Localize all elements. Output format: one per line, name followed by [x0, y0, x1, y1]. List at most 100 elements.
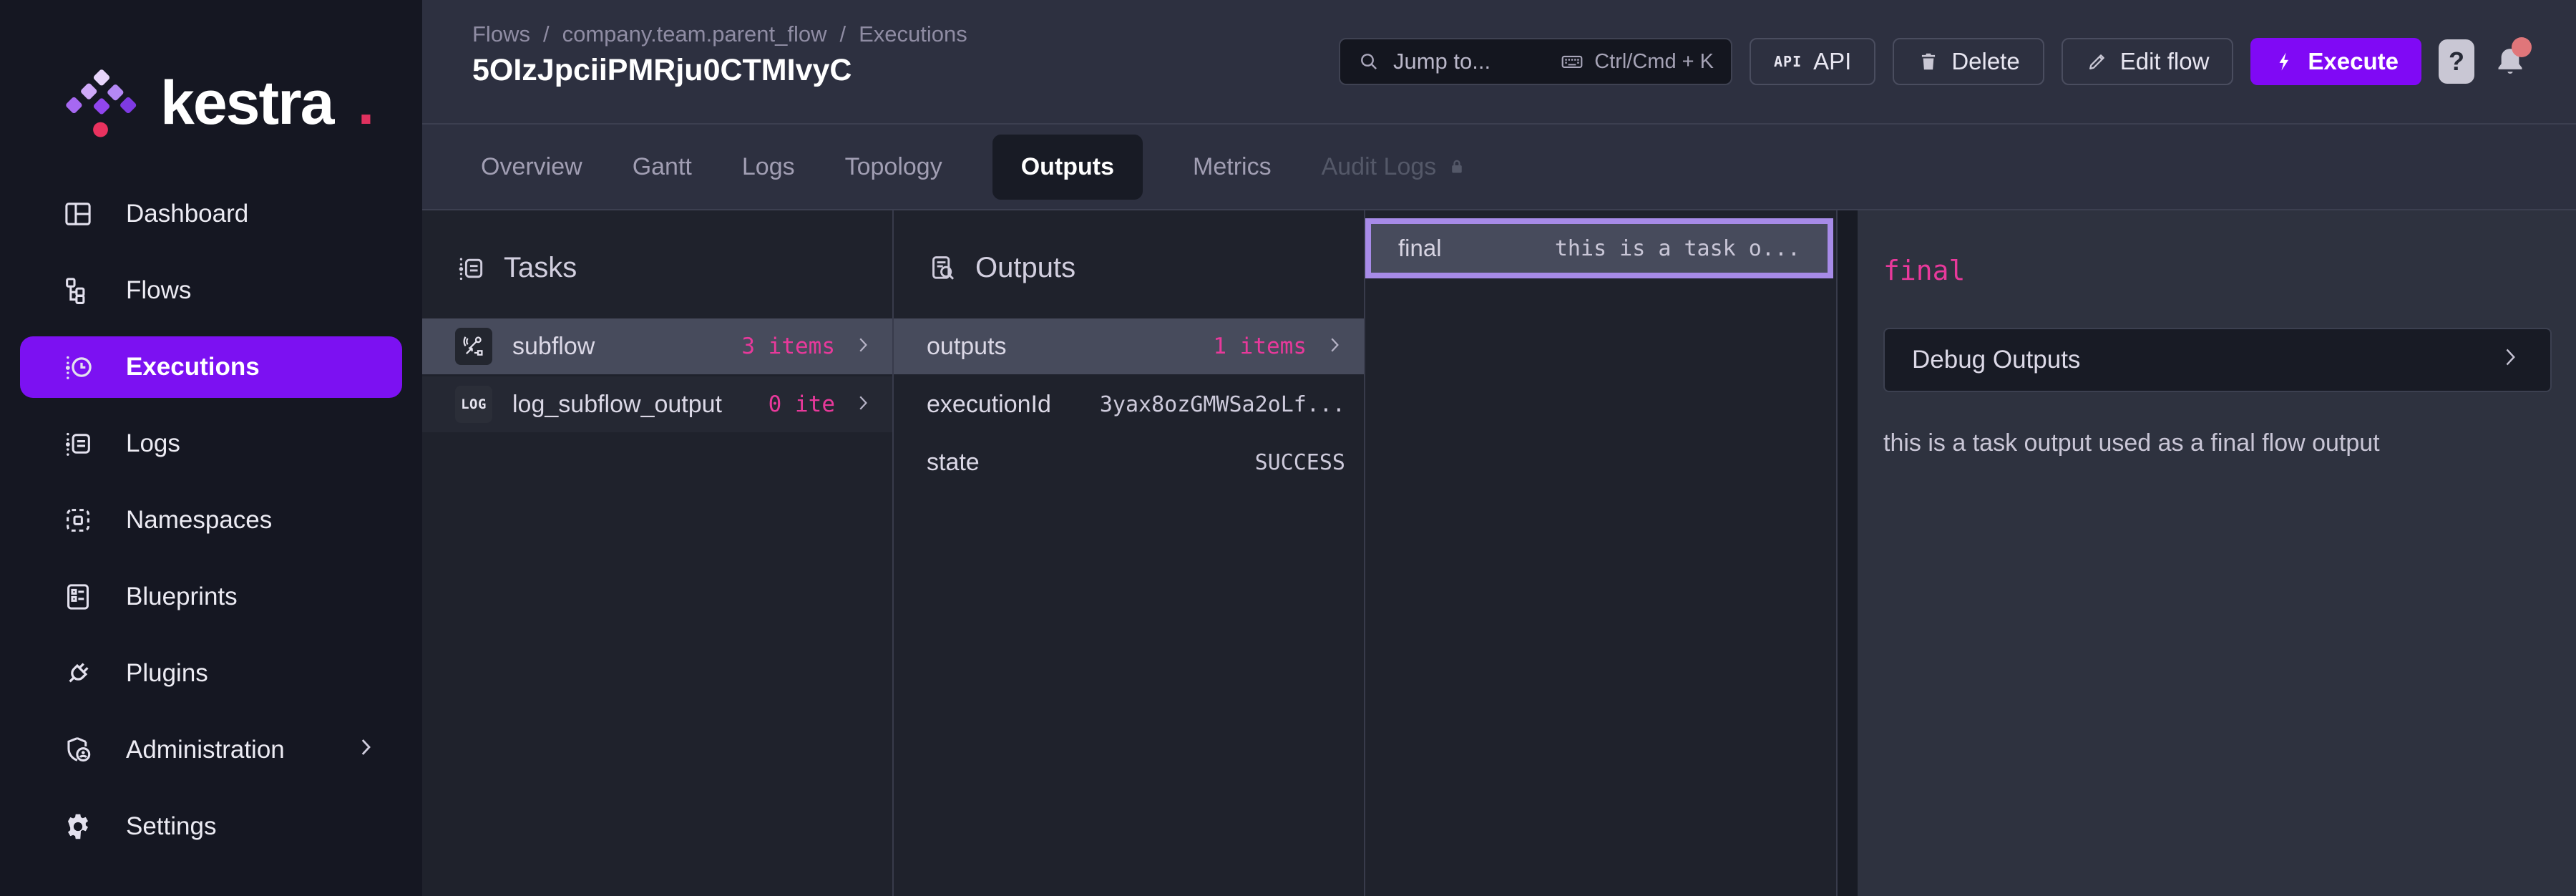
sidebar-item-label: Settings [126, 812, 216, 841]
sidebar-item-settings[interactable]: Settings [20, 796, 402, 857]
outputs-content: Tasks subflow 3 items [422, 210, 2576, 896]
tasks-panel-header: Tasks [422, 210, 892, 284]
tab-gantt[interactable]: Gantt [633, 153, 692, 181]
shortcut-text: Ctrl/Cmd + K [1594, 50, 1714, 74]
outputs-icon [927, 253, 958, 284]
outputs-panel: Outputs outputs 1 items executionId 3yax… [894, 210, 1365, 896]
final-row-label: final [1398, 235, 1442, 262]
tab-metrics[interactable]: Metrics [1193, 153, 1272, 181]
help-icon: ? [2449, 47, 2464, 77]
task-row-subflow[interactable]: subflow 3 items [422, 318, 892, 374]
debug-outputs-label: Debug Outputs [1912, 346, 2080, 374]
sidebar-item-label: Dashboard [126, 200, 248, 228]
sidebar-item-plugins[interactable]: Plugins [20, 643, 402, 704]
output-row-outputs[interactable]: outputs 1 items [894, 318, 1364, 374]
sidebar-item-blueprints[interactable]: Blueprints [20, 566, 402, 628]
output-row-label: state [927, 449, 980, 477]
notification-dot [2512, 37, 2532, 57]
kestra-logo-mark [64, 66, 139, 140]
chevron-right-icon [852, 334, 874, 359]
sidebar-menu: Dashboard Flows Executions [0, 183, 422, 857]
blueprints-icon [62, 580, 94, 613]
dashboard-icon [62, 198, 94, 230]
page-title: 5OIzJpciiPMRju0CTMIvyC [472, 53, 852, 88]
task-row-count: 0 ite [769, 391, 835, 417]
debug-outputs-button[interactable]: Debug Outputs [1883, 328, 2552, 392]
pencil-icon [2086, 50, 2109, 73]
task-row-log-subflow-output[interactable]: LOG log_subflow_output 0 ite [422, 376, 892, 432]
tab-bar: Overview Gantt Logs Topology Outputs Met… [422, 123, 2576, 210]
plugins-icon [62, 657, 94, 690]
output-row-executionid: executionId 3yax8ozGMWSa2oLf... [894, 376, 1364, 432]
tasks-panel: Tasks subflow 3 items [422, 210, 894, 896]
brand-dot: . [357, 68, 374, 139]
tab-topology[interactable]: Topology [845, 153, 942, 181]
help-button[interactable]: ? [2439, 39, 2474, 84]
sidebar-item-flows[interactable]: Flows [20, 260, 402, 321]
sidebar-item-dashboard[interactable]: Dashboard [20, 183, 402, 245]
gear-icon [62, 810, 94, 843]
edit-flow-button[interactable]: Edit flow [2062, 38, 2234, 85]
lightning-icon [2273, 50, 2296, 73]
jump-to-placeholder: Jump to... [1393, 49, 1491, 74]
execute-button-label: Execute [2308, 48, 2399, 75]
log-task-icon: LOG [455, 386, 492, 423]
output-row-final-selected[interactable]: final this is a task o... [1365, 218, 1833, 278]
chevron-right-icon [1324, 334, 1345, 359]
topbar-actions: Jump to... Ctrl/Cmd + [1339, 37, 2529, 86]
sidebar-item-executions[interactable]: Executions [20, 336, 402, 398]
breadcrumb-flows[interactable]: Flows [472, 21, 530, 47]
search-icon [1357, 50, 1380, 73]
chevron-right-icon [2497, 344, 2523, 376]
flows-icon [62, 274, 94, 307]
namespaces-icon [62, 504, 94, 537]
kestra-logo[interactable]: kestra. [64, 69, 422, 137]
outputs-panel-title: Outputs [975, 252, 1075, 284]
main-area: Flows / company.team.parent_flow / Execu… [422, 0, 2576, 896]
detail-panel: final Debug Outputs this is a task outpu… [1858, 210, 2576, 896]
sidebar: kestra. Dashboard Flows [0, 0, 422, 896]
keyboard-icon [1560, 49, 1584, 74]
tab-logs[interactable]: Logs [742, 153, 795, 181]
sidebar-item-administration[interactable]: Administration [20, 719, 402, 781]
logs-icon [62, 427, 94, 460]
sidebar-item-label: Plugins [126, 659, 208, 688]
breadcrumb: Flows / company.team.parent_flow / Execu… [472, 21, 967, 47]
breadcrumb-separator: / [839, 21, 846, 47]
output-row-count: 1 items [1213, 333, 1307, 359]
sidebar-item-label: Flows [126, 276, 191, 305]
sidebar-item-namespaces[interactable]: Namespaces [20, 490, 402, 551]
task-row-label: subflow [512, 333, 595, 361]
output-row-state: state SUCCESS [894, 434, 1364, 490]
breadcrumb-namespace[interactable]: company.team.parent_flow [562, 21, 827, 47]
tasks-panel-title: Tasks [504, 252, 577, 284]
execute-button[interactable]: Execute [2250, 38, 2421, 85]
log-badge-label: LOG [461, 396, 487, 412]
breadcrumb-separator: / [543, 21, 550, 47]
executions-icon [62, 351, 94, 384]
trash-icon [1917, 50, 1940, 73]
topbar: Flows / company.team.parent_flow / Execu… [422, 0, 2576, 123]
delete-button[interactable]: Delete [1893, 38, 2044, 85]
panel-gutter [1838, 210, 1858, 896]
output-row-value: 3yax8ozGMWSa2oLf... [1100, 392, 1345, 417]
tab-overview[interactable]: Overview [481, 153, 582, 181]
tab-outputs[interactable]: Outputs [992, 135, 1143, 200]
outputs-panel-header: Outputs [894, 210, 1364, 284]
jump-to-search[interactable]: Jump to... Ctrl/Cmd + [1339, 38, 1732, 85]
notifications-button[interactable] [2492, 42, 2529, 82]
detail-description: this is a task output used as a final fl… [1883, 429, 2552, 457]
tab-audit-logs[interactable]: Audit Logs [1322, 153, 1468, 181]
output-values-panel: final this is a task o... [1365, 210, 1838, 896]
kestra-app: kestra. Dashboard Flows [0, 0, 2576, 896]
chevron-right-icon [353, 735, 378, 766]
api-button[interactable]: API API [1750, 38, 1875, 85]
sidebar-item-label: Executions [126, 353, 260, 381]
output-row-label: executionId [927, 391, 1051, 419]
tasks-icon [455, 253, 487, 284]
subflow-icon [455, 328, 492, 365]
breadcrumb-executions[interactable]: Executions [859, 21, 967, 47]
api-button-label: API [1813, 48, 1851, 75]
sidebar-item-logs[interactable]: Logs [20, 413, 402, 474]
detail-key: final [1883, 255, 2552, 286]
